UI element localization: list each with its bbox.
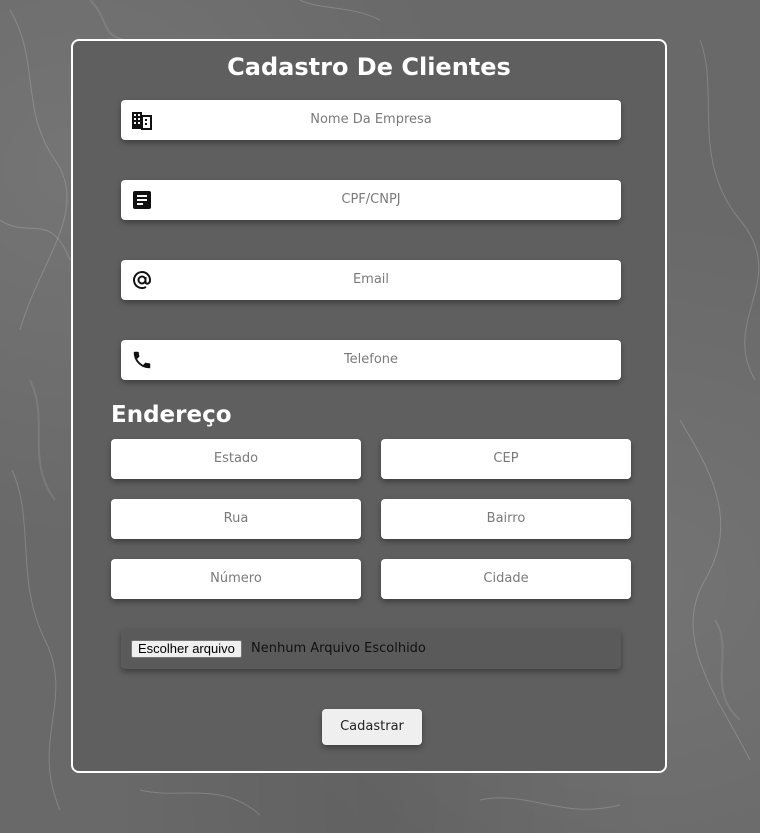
city-placeholder: Cidade [483,571,529,586]
register-form-card: Cadastro De Clientes Nome Da Empresa CPF… [71,39,667,773]
submit-button[interactable]: Cadastrar [322,709,422,745]
file-status: Nenhum Arquivo Escolhido [251,641,426,656]
cep-placeholder: CEP [493,451,519,466]
phone-field[interactable]: Telefone [121,340,621,380]
state-placeholder: Estado [213,451,259,466]
city-field[interactable]: Cidade [381,559,631,599]
cep-field[interactable]: CEP [381,439,631,479]
address-section-title: Endereço [111,402,232,428]
form-title: Cadastro De Clientes [227,53,511,81]
neighborhood-placeholder: Bairro [486,511,526,526]
street-placeholder: Rua [223,511,249,526]
file-upload: Escolher arquivo Nenhum Arquivo Escolhid… [121,629,621,669]
neighborhood-field[interactable]: Bairro [381,499,631,539]
number-field[interactable]: Número [111,559,361,599]
company-name-placeholder: Nome Da Empresa [310,112,432,127]
choose-file-button[interactable]: Escolher arquivo [131,640,242,658]
email-field[interactable]: Email [121,260,621,300]
number-placeholder: Número [210,571,262,586]
email-placeholder: Email [352,272,390,287]
cpf-cnpj-placeholder: CPF/CNPJ [341,192,401,207]
street-field[interactable]: Rua [111,499,361,539]
state-field[interactable]: Estado [111,439,361,479]
company-name-field[interactable]: Nome Da Empresa [121,100,621,140]
cpf-cnpj-field[interactable]: CPF/CNPJ [121,180,621,220]
phone-placeholder: Telefone [343,352,399,367]
